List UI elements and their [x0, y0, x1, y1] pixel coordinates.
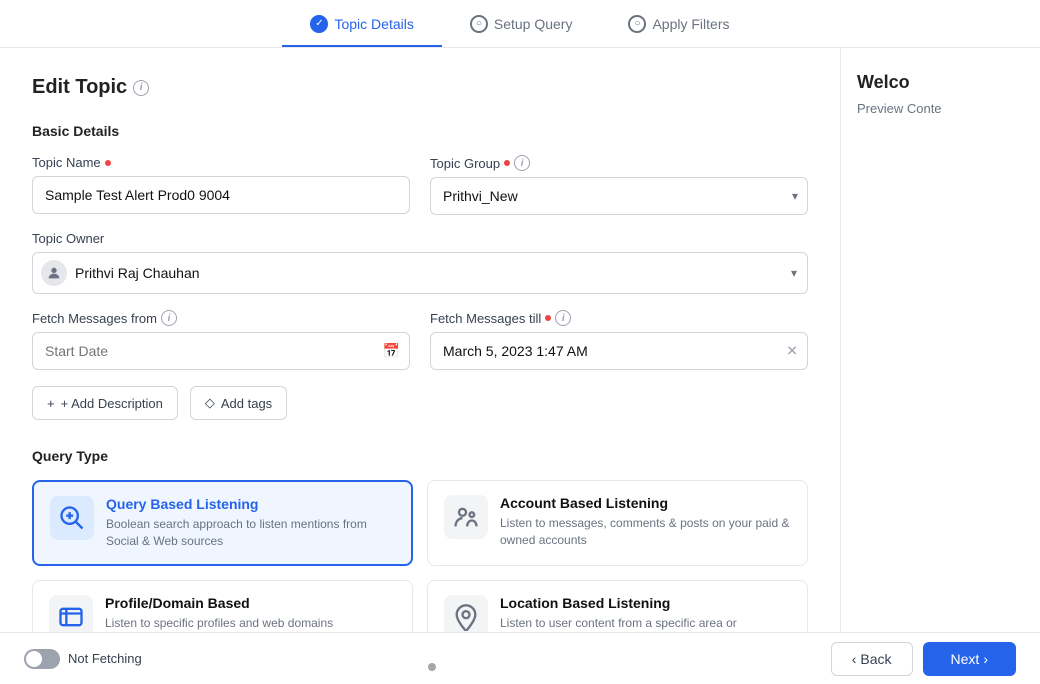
topic-name-required	[105, 160, 111, 166]
query-type-section-title: Query Type	[32, 448, 808, 464]
account-based-content: Account Based Listening Listen to messag…	[500, 495, 791, 549]
nav-step-label-setup-query: Setup Query	[494, 16, 573, 32]
location-based-content: Location Based Listening Listen to user …	[500, 595, 737, 632]
profile-domain-desc: Listen to specific profiles and web doma…	[105, 615, 333, 632]
toggle-label: Not Fetching	[68, 651, 142, 666]
fetch-from-date-wrapper: 📅	[32, 332, 410, 370]
next-chevron-icon: ›	[983, 651, 988, 667]
topic-owner-label: Topic Owner	[32, 231, 808, 246]
nav-step-label-topic-details: Topic Details	[334, 16, 413, 32]
content-area: Edit Topic i Basic Details Topic Name To…	[0, 48, 840, 684]
back-label: Back	[860, 651, 891, 667]
step-icon-apply-filters: ○	[628, 15, 646, 33]
main-wrapper: Edit Topic i Basic Details Topic Name To…	[0, 48, 1040, 684]
query-based-icon	[50, 496, 94, 540]
topic-group-input[interactable]	[430, 177, 808, 215]
profile-domain-title: Profile/Domain Based	[105, 595, 333, 611]
owner-avatar	[41, 260, 67, 286]
fetch-from-input[interactable]	[32, 332, 410, 370]
account-based-title: Account Based Listening	[500, 495, 791, 511]
tag-icon: ◇	[205, 395, 215, 411]
add-tags-button[interactable]: ◇ Add tags	[190, 386, 287, 420]
query-card-query-based[interactable]: Query Based Listening Boolean search app…	[32, 480, 413, 566]
topic-name-label: Topic Name	[32, 155, 410, 170]
form-row-name-group: Topic Name Topic Group i ▾	[32, 155, 808, 215]
fetch-till-info-icon[interactable]: i	[555, 310, 571, 326]
next-button[interactable]: Next ›	[923, 642, 1016, 676]
page-info-icon[interactable]: i	[133, 80, 149, 96]
right-panel-subtitle: Preview Conte	[857, 101, 1024, 116]
nav-step-setup-query[interactable]: ○ Setup Query	[442, 0, 601, 47]
form-row-owner: Topic Owner Prithvi Raj Chauhan ▾	[32, 231, 808, 294]
profile-domain-content: Profile/Domain Based Listen to specific …	[105, 595, 333, 632]
nav-step-apply-filters[interactable]: ○ Apply Filters	[600, 0, 757, 47]
wizard-nav: ✓ Topic Details ○ Setup Query ○ Apply Fi…	[0, 0, 1040, 48]
back-chevron-icon: ‹	[852, 651, 857, 667]
location-based-title: Location Based Listening	[500, 595, 737, 611]
fetch-from-info-icon[interactable]: i	[161, 310, 177, 326]
add-description-label: + Add Description	[61, 396, 163, 411]
query-based-desc: Boolean search approach to listen mentio…	[106, 516, 395, 550]
location-based-desc: Listen to user content from a specific a…	[500, 615, 737, 632]
query-type-grid: Query Based Listening Boolean search app…	[32, 480, 808, 654]
back-button[interactable]: ‹ Back	[831, 642, 913, 676]
form-group-topic-group: Topic Group i ▾	[430, 155, 808, 215]
topic-owner-field[interactable]: Prithvi Raj Chauhan ▾	[32, 252, 808, 294]
form-row-dates: Fetch Messages from i 📅 Fetch Messages t…	[32, 310, 808, 370]
add-description-button[interactable]: + + Add Description	[32, 386, 178, 420]
topic-group-label: Topic Group i	[430, 155, 808, 171]
step-icon-topic-details: ✓	[310, 15, 328, 33]
owner-name: Prithvi Raj Chauhan	[75, 265, 200, 281]
bottom-bar: Not Fetching ‹ Back Next ›	[0, 632, 1040, 684]
form-group-topic-name: Topic Name	[32, 155, 410, 215]
query-based-title: Query Based Listening	[106, 496, 395, 512]
step-icon-setup-query: ○	[470, 15, 488, 33]
topic-group-required	[504, 160, 510, 166]
fetch-from-label: Fetch Messages from i	[32, 310, 410, 326]
not-fetching-toggle-wrapper: Not Fetching	[24, 649, 142, 669]
basic-details-section-title: Basic Details	[32, 123, 808, 139]
not-fetching-toggle[interactable]	[24, 649, 60, 669]
next-label: Next	[951, 651, 980, 667]
form-group-owner: Topic Owner Prithvi Raj Chauhan ▾	[32, 231, 808, 294]
account-based-icon	[444, 495, 488, 539]
bottom-bar-buttons: ‹ Back Next ›	[831, 642, 1016, 676]
topic-group-select-wrapper: ▾	[430, 177, 808, 215]
add-description-icon: +	[47, 396, 55, 411]
topic-name-input[interactable]	[32, 176, 410, 214]
action-row: + + Add Description ◇ Add tags	[32, 386, 808, 420]
right-panel-title: Welco	[857, 72, 1024, 93]
nav-step-label-apply-filters: Apply Filters	[652, 16, 729, 32]
fetch-till-clear-icon[interactable]: ✕	[786, 343, 798, 360]
add-tags-label: Add tags	[221, 396, 272, 411]
page-title: Edit Topic	[32, 76, 127, 99]
query-based-content: Query Based Listening Boolean search app…	[106, 496, 395, 550]
topic-group-info-icon[interactable]: i	[514, 155, 530, 171]
form-group-fetch-till: Fetch Messages till i ✕	[430, 310, 808, 370]
page-title-row: Edit Topic i	[32, 76, 808, 99]
right-panel: Welco Preview Conte	[840, 48, 1040, 684]
owner-chevron-icon: ▾	[791, 266, 797, 280]
fetch-till-date-wrapper: ✕	[430, 332, 808, 370]
nav-step-topic-details[interactable]: ✓ Topic Details	[282, 0, 441, 47]
form-group-fetch-from: Fetch Messages from i 📅	[32, 310, 410, 370]
query-card-account-based[interactable]: Account Based Listening Listen to messag…	[427, 480, 808, 566]
toggle-knob	[26, 651, 42, 667]
fetch-till-label: Fetch Messages till i	[430, 310, 808, 326]
fetch-till-required	[545, 315, 551, 321]
account-based-desc: Listen to messages, comments & posts on …	[500, 515, 791, 549]
fetch-till-input[interactable]	[430, 332, 808, 370]
